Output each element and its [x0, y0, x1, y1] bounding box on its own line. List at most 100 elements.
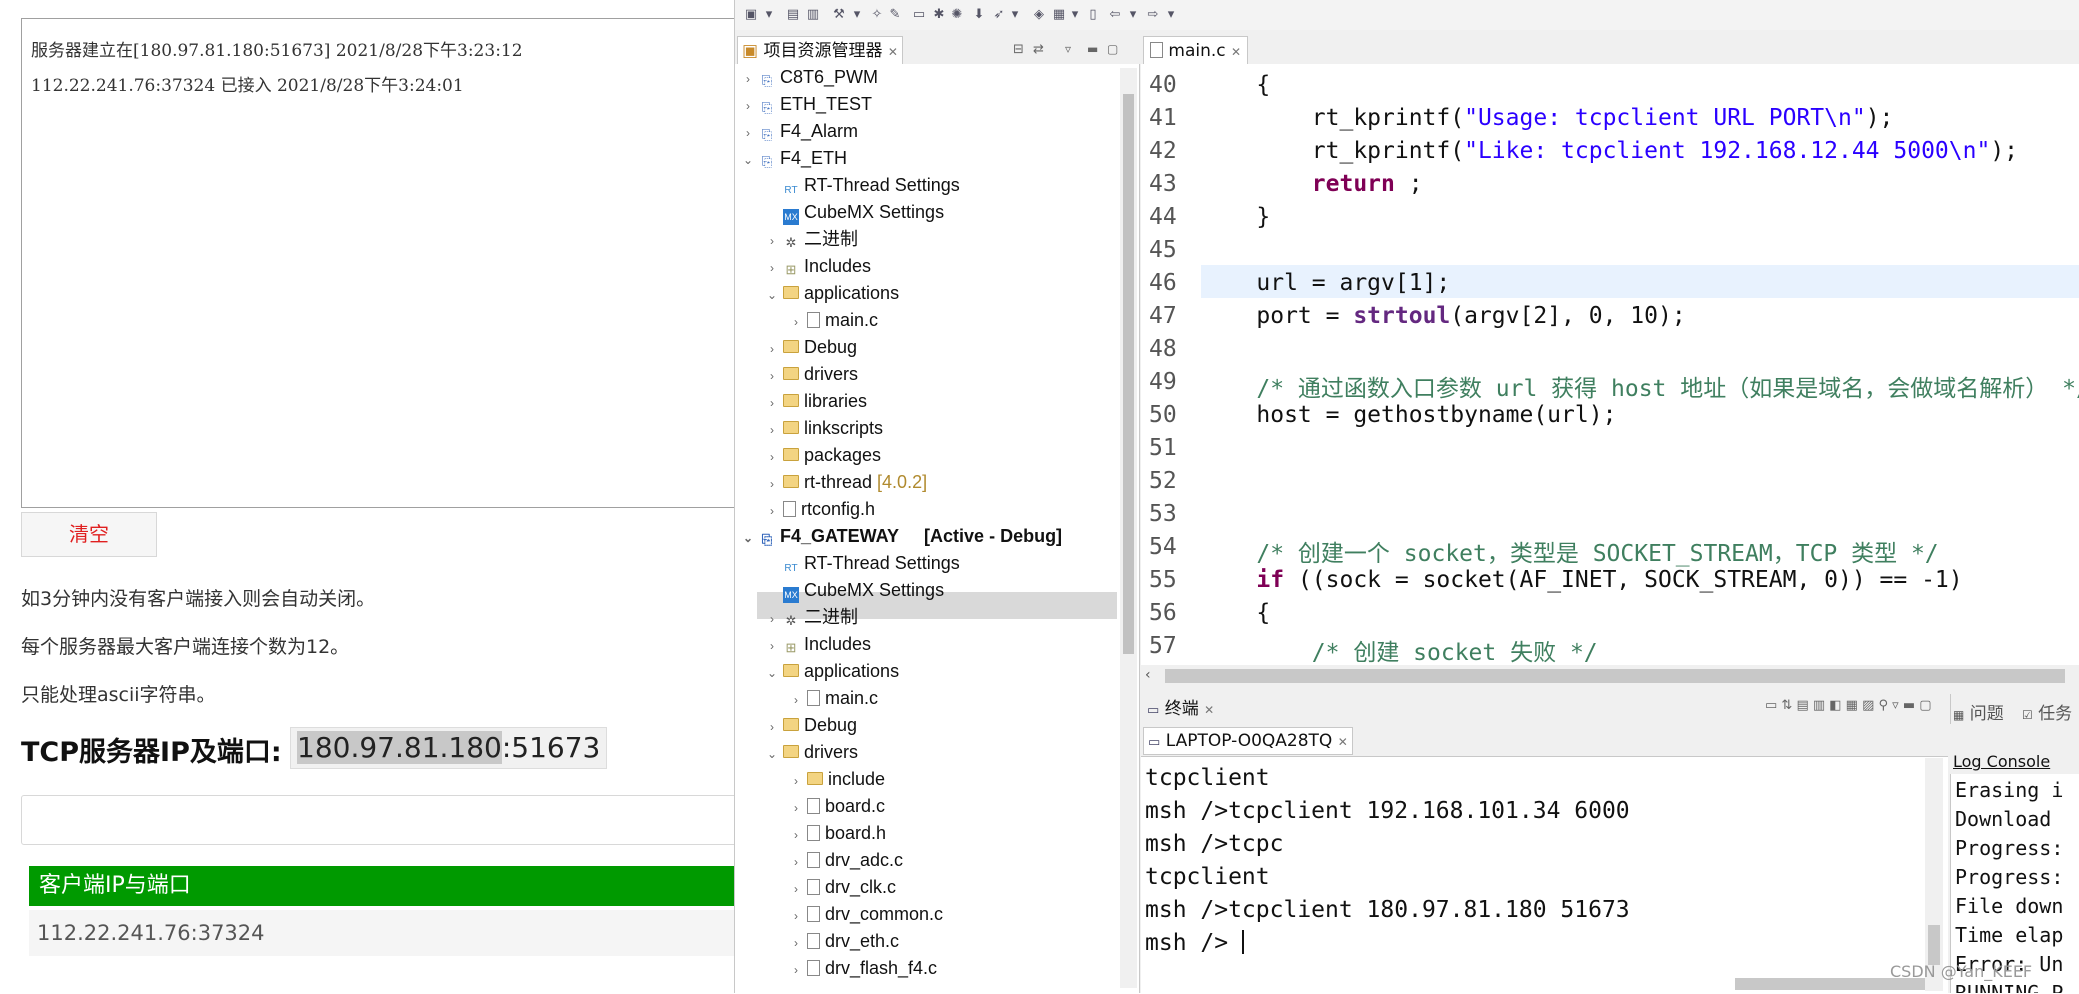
message-input[interactable] — [21, 795, 753, 845]
chevron-right-icon[interactable]: › — [789, 903, 803, 930]
chevron-right-icon[interactable]: › — [765, 498, 779, 525]
close-icon[interactable]: ✕ — [1231, 45, 1241, 59]
tree-item-file[interactable]: › board.h — [789, 820, 886, 847]
terminal-session-tab[interactable]: ▭ LAPTOP-O0QA28TQ ✕ — [1143, 727, 1353, 755]
chevron-down-icon[interactable]: ⌄ — [741, 147, 755, 174]
chevron-right-icon[interactable]: › — [765, 363, 779, 390]
clear-button[interactable]: 清空 — [21, 512, 157, 557]
chevron-down-icon[interactable]: ⌄ — [765, 660, 779, 687]
tree-item-project[interactable]: › ⎘ C8T6_PWM — [741, 64, 878, 91]
chevron-right-icon[interactable]: › — [765, 633, 779, 660]
chevron-down-icon[interactable]: ⌄ — [765, 741, 779, 768]
view-icon[interactable]: ▯ — [1085, 7, 1101, 23]
tree-item-includes[interactable]: › ⊞ Includes — [765, 253, 871, 280]
chevron-right-icon[interactable]: › — [789, 930, 803, 957]
chevron-right-icon[interactable]: › — [765, 606, 779, 633]
chevron-right-icon[interactable]: › — [789, 876, 803, 903]
chevron-right-icon[interactable]: › — [765, 714, 779, 741]
forward-icon[interactable]: ⇨ — [1145, 7, 1161, 23]
chevron-down-icon[interactable]: ⌄ — [741, 525, 755, 552]
tree-item-file[interactable]: › drv_common.c — [789, 901, 943, 928]
back-icon[interactable]: ⇦ — [1107, 7, 1123, 23]
save-all-icon[interactable]: ▥ — [805, 7, 821, 23]
tree-item-includes[interactable]: › ⊞ Includes — [765, 631, 871, 658]
chevron-right-icon[interactable]: › — [741, 120, 755, 147]
dropdown-icon[interactable]: ▾ — [1125, 7, 1141, 23]
chevron-right-icon[interactable]: › — [789, 309, 803, 336]
tree-item-folder[interactable]: › Debug — [765, 712, 857, 739]
tree-scrollbar-thumb[interactable] — [1123, 94, 1134, 654]
tree-item-file[interactable]: › main.c — [789, 685, 878, 712]
tree-item-file[interactable]: › rtconfig.h — [765, 496, 875, 523]
terminal-icon[interactable]: ▭ — [911, 7, 927, 23]
dropdown-icon[interactable]: ▾ — [849, 7, 865, 23]
tree-item-binaries[interactable]: › ✲ 二进制 — [765, 226, 858, 253]
close-icon[interactable]: ✕ — [1338, 735, 1348, 749]
run-icon[interactable]: ➶ — [991, 7, 1007, 23]
maximize-icon[interactable]: ▢ — [1107, 42, 1118, 56]
tab-tasks[interactable]: ☑ 任务 — [2022, 699, 2072, 724]
tree-item-file[interactable]: › board.c — [789, 793, 885, 820]
terminal-scrollbar-thumb[interactable] — [1928, 925, 1940, 965]
tree-item-file[interactable]: › drv_eth.c — [789, 928, 899, 955]
client-row[interactable]: 112.22.241.76:37324 — [29, 910, 749, 956]
tree-item-cubemx-settings[interactable]: MX CubeMX Settings — [765, 199, 944, 226]
download-icon[interactable]: ⬇ — [971, 7, 987, 23]
tab-main-c[interactable]: main.c ✕ — [1143, 36, 1249, 65]
link-editor-icon[interactable]: ⇄ — [1033, 42, 1044, 57]
dropdown-icon[interactable]: ▾ — [761, 7, 777, 23]
chevron-right-icon[interactable]: › — [789, 849, 803, 876]
terminal-output[interactable]: tcpclient msh />tcpclient 192.168.101.34… — [1141, 756, 1948, 994]
close-icon[interactable]: ✕ — [888, 45, 898, 59]
chevron-right-icon[interactable]: › — [789, 795, 803, 822]
dropdown-icon[interactable]: ▾ — [1067, 7, 1083, 23]
tree-item-file[interactable]: › drv_clk.c — [789, 874, 896, 901]
chevron-right-icon[interactable]: › — [789, 768, 803, 795]
chevron-right-icon[interactable]: › — [765, 417, 779, 444]
chevron-right-icon[interactable]: › — [765, 390, 779, 417]
tree-item-folder[interactable]: › packages — [765, 442, 881, 469]
debug-icon[interactable]: ✺ — [949, 7, 965, 23]
dropdown-icon[interactable]: ▾ — [1163, 7, 1179, 23]
tab-project-explorer[interactable]: ▣ 项目资源管理器 ✕ — [737, 36, 903, 65]
tree-item-file[interactable]: › main.c — [789, 307, 878, 334]
chevron-down-icon[interactable]: ⌄ — [765, 282, 779, 309]
tree-item-rt-thread-settings[interactable]: RT RT-Thread Settings — [765, 550, 959, 577]
dropdown-icon[interactable]: ▾ — [1007, 7, 1023, 23]
tree-item-folder[interactable]: ⌄ applications — [765, 658, 899, 685]
code-editor[interactable]: 40 41 42 43 44 45 46 47 48 49 50 51 52 5… — [1141, 64, 2079, 687]
tab-problems[interactable]: ▦ 问题 — [1953, 699, 2004, 724]
chevron-right-icon[interactable]: › — [741, 93, 755, 120]
settings-icon[interactable]: ✱ — [931, 7, 947, 23]
server-log-textarea[interactable]: 服务器建立在[180.97.81.180:51673] 2021/8/28下午3… — [21, 18, 743, 508]
chevron-right-icon[interactable]: › — [765, 228, 779, 255]
chevron-right-icon[interactable]: › — [789, 957, 803, 984]
minimize-icon[interactable]: ▬ — [1087, 42, 1098, 56]
terminal-toolbar-icons[interactable]: ▭ ⇅ ▤ ▥ ◧ ▦ ▨ ⚲ ▿ ▬ ▢ — [1765, 698, 1932, 713]
editor-scrollbar-thumb[interactable] — [1165, 669, 2065, 683]
log-console-title[interactable]: Log Console — [1953, 752, 2050, 771]
scroll-left-icon[interactable]: ‹ — [1145, 667, 1151, 683]
chevron-right-icon[interactable]: › — [765, 336, 779, 363]
report-icon[interactable]: ▦ — [1051, 7, 1067, 23]
package-icon[interactable]: ◈ — [1031, 7, 1047, 23]
tree-item-cubemx-settings[interactable]: MX CubeMX Settings — [765, 577, 944, 604]
view-menu-icon[interactable]: ▿ — [1065, 42, 1071, 56]
tree-item-rt-thread-settings[interactable]: RT RT-Thread Settings — [765, 172, 959, 199]
tree-item-folder[interactable]: › rt-thread [4.0.2] — [765, 469, 927, 496]
tab-terminal[interactable]: ▭ 终端 ✕ — [1143, 696, 1218, 722]
chevron-right-icon[interactable]: › — [765, 471, 779, 498]
tree-item-project-active[interactable]: ⌄ ⎘ F4_GATEWAY [Active - Debug] — [741, 523, 1062, 550]
save-icon[interactable]: ▤ — [785, 7, 801, 23]
clean-icon[interactable]: ✧ — [869, 7, 885, 23]
tree-item-file[interactable]: › drv_flash_f4.c — [789, 955, 937, 982]
collapse-all-icon[interactable]: ⊟ — [1013, 42, 1024, 57]
close-icon[interactable]: ✕ — [1204, 703, 1214, 717]
chevron-right-icon[interactable]: › — [765, 255, 779, 282]
tree-item-binaries[interactable]: › ✲ 二进制 — [765, 604, 858, 631]
chevron-right-icon[interactable]: › — [765, 444, 779, 471]
new-icon[interactable]: ▣ — [743, 7, 759, 23]
chevron-right-icon[interactable]: › — [789, 687, 803, 714]
tree-item-folder[interactable]: › linkscripts — [765, 415, 883, 442]
tree-item-folder[interactable]: › Debug — [765, 334, 857, 361]
